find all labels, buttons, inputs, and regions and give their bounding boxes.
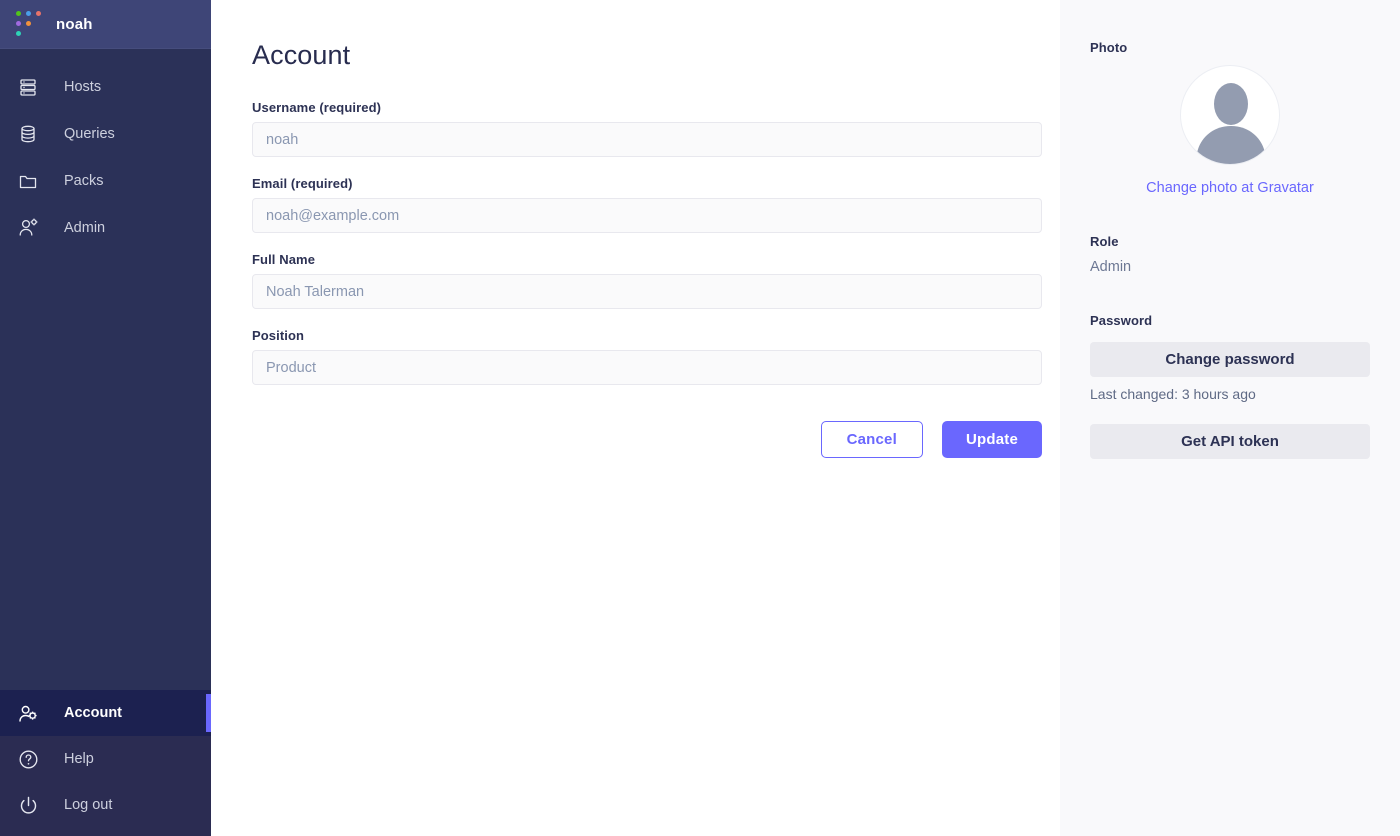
update-button[interactable]: Update	[941, 421, 1042, 458]
field-label: Full Name	[252, 252, 316, 267]
account-page: noah Hosts Queries Packs Admin Account H…	[0, 0, 1400, 836]
username-input[interactable]	[252, 122, 1042, 157]
field-username: Username (required)	[252, 100, 1042, 157]
password-label: Password	[1090, 313, 1153, 328]
avatar-block: Change photo at Gravatar	[1090, 65, 1370, 196]
sidebar-item-packs[interactable]: Packs	[0, 157, 211, 204]
question-circle-icon	[18, 749, 48, 770]
last-changed-note: Last changed: 3 hours ago	[1090, 386, 1256, 402]
sidebar-nav: Hosts Queries Packs Admin	[0, 49, 211, 251]
sidebar-item-label: Hosts	[64, 78, 102, 95]
full-name-input[interactable]	[252, 274, 1042, 309]
position-input[interactable]	[252, 350, 1042, 385]
account-form: Username (required) Email (required) Ful…	[252, 100, 1042, 458]
field-email: Email (required)	[252, 176, 1042, 233]
sidebar-header: noah	[0, 0, 211, 49]
change-photo-gravatar-link[interactable]: Change photo at Gravatar	[1090, 180, 1370, 196]
default-user-avatar-icon	[1180, 65, 1280, 165]
account-side-panel: Photo Change photo at Gravatar Role Admi…	[1060, 0, 1400, 836]
sidebar-bottom-nav: Account Help Log out	[0, 690, 211, 836]
password-section: Password Change password Last changed: 3…	[1090, 313, 1370, 459]
get-api-token-button[interactable]: Get API token	[1090, 424, 1370, 459]
sidebar: noah Hosts Queries Packs Admin Account H…	[0, 0, 211, 836]
server-rack-icon	[18, 77, 48, 97]
sidebar-item-logout[interactable]: Log out	[0, 782, 211, 828]
main-content: Account Username (required) Email (requi…	[211, 0, 1060, 836]
sidebar-item-queries[interactable]: Queries	[0, 110, 211, 157]
database-icon	[18, 124, 48, 144]
field-label: Position	[252, 328, 305, 343]
sidebar-item-label: Log out	[64, 797, 113, 813]
photo-label: Photo	[1090, 40, 1128, 55]
form-actions: Cancel Update	[252, 421, 1042, 458]
user-gear-icon	[18, 217, 48, 238]
user-settings-icon	[18, 703, 48, 724]
email-input[interactable]	[252, 198, 1042, 233]
power-icon	[18, 795, 48, 816]
role-label: Role	[1090, 234, 1119, 249]
field-full-name: Full Name	[252, 252, 1042, 309]
field-position: Position	[252, 328, 1042, 385]
field-label: Email (required)	[252, 176, 353, 191]
sidebar-item-label: Admin	[64, 219, 106, 236]
dot-grid-logo-icon	[16, 11, 42, 37]
sidebar-item-label: Account	[64, 705, 122, 721]
change-password-button[interactable]: Change password	[1090, 342, 1370, 377]
sidebar-item-label: Packs	[64, 172, 104, 189]
field-label: Username (required)	[252, 100, 382, 115]
sidebar-item-help[interactable]: Help	[0, 736, 211, 782]
sidebar-item-label: Help	[64, 751, 94, 767]
org-name: noah	[56, 15, 93, 33]
role-section: Role Admin	[1090, 234, 1370, 275]
sidebar-item-account[interactable]: Account	[0, 690, 211, 736]
sidebar-item-admin[interactable]: Admin	[0, 204, 211, 251]
folder-icon	[18, 171, 48, 191]
page-title: Account	[252, 40, 351, 70]
sidebar-item-hosts[interactable]: Hosts	[0, 63, 211, 110]
cancel-button[interactable]: Cancel	[820, 421, 923, 458]
role-value: Admin	[1090, 259, 1132, 275]
sidebar-item-label: Queries	[64, 125, 115, 142]
